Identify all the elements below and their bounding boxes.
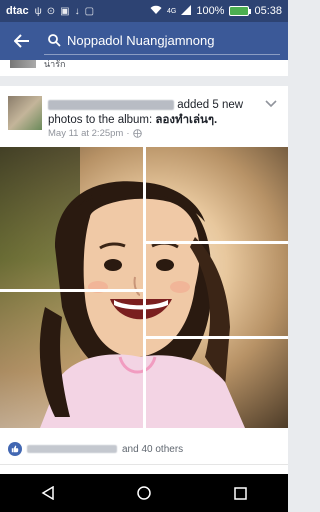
- square-recents-icon: [233, 486, 247, 500]
- like-reaction-icon: [8, 442, 22, 456]
- collage-divider-right-1: [146, 241, 288, 244]
- meta-separator: ·: [126, 128, 130, 139]
- collage-divider-left: [0, 289, 143, 292]
- nav-back-button[interactable]: [33, 478, 63, 508]
- signal-icon: [181, 4, 192, 18]
- status-bar: dtac ψ ⊙ ▣ ↓ ▢ 4G 100% 05:38: [0, 0, 288, 22]
- album-link[interactable]: ลองทำเล่นๆ.: [155, 114, 217, 126]
- likers-names-redacted: [27, 445, 117, 453]
- network-type: 4G: [166, 7, 177, 15]
- post-header: added 5 new photos to the album: ลองทำเล…: [48, 98, 263, 128]
- collage-divider-right-2: [146, 336, 288, 339]
- android-nav-bar: [0, 474, 288, 512]
- location-icon: ⊙: [46, 5, 56, 17]
- globe-icon: [132, 129, 142, 138]
- arrow-left-icon: [14, 34, 29, 48]
- likes-count-text: and 40 others: [122, 443, 184, 455]
- battery-percent: 100%: [196, 5, 225, 17]
- collage-divider-vertical: [143, 147, 146, 428]
- back-button[interactable]: [8, 27, 36, 55]
- avatar[interactable]: [8, 96, 42, 130]
- image-icon: ▢: [84, 5, 95, 17]
- car-icon: ▣: [60, 5, 70, 17]
- clock: 05:38: [254, 5, 282, 17]
- search-query: Noppadol Nuangjamnong: [67, 33, 215, 48]
- carrier-name: dtac: [6, 5, 29, 17]
- feed-post: added 5 new photos to the album: ลองทำเล…: [0, 86, 288, 474]
- battery-icon: [229, 6, 252, 16]
- author-name-redacted[interactable]: [48, 99, 174, 110]
- post-meta: May 11 at 2:25pm ·: [48, 128, 142, 139]
- wifi-icon: [150, 5, 162, 18]
- previous-post-thumbnail: [10, 60, 36, 68]
- circle-home-icon: [137, 486, 151, 500]
- previous-post-text: น่ารัก: [44, 59, 66, 69]
- chevron-down-icon[interactable]: [264, 98, 278, 110]
- previous-post-fragment: น่ารัก: [0, 60, 288, 76]
- feed-divider: [0, 76, 288, 86]
- usb-icon: ψ: [34, 5, 42, 17]
- reactions-bar[interactable]: and 40 others: [0, 438, 288, 460]
- post-actions[interactable]: [0, 464, 288, 474]
- download-icon: ↓: [74, 5, 80, 17]
- nav-home-button[interactable]: [129, 478, 159, 508]
- search-icon: [48, 34, 61, 47]
- triangle-back-icon: [41, 486, 54, 500]
- post-date[interactable]: May 11 at 2:25pm: [48, 128, 123, 139]
- nav-recents-button[interactable]: [225, 478, 255, 508]
- notification-icons: ψ ⊙ ▣ ↓ ▢: [35, 6, 94, 17]
- album-photo-collage[interactable]: [0, 147, 288, 428]
- search-input[interactable]: Noppadol Nuangjamnong: [44, 27, 280, 55]
- app-bar: Noppadol Nuangjamnong: [0, 22, 288, 60]
